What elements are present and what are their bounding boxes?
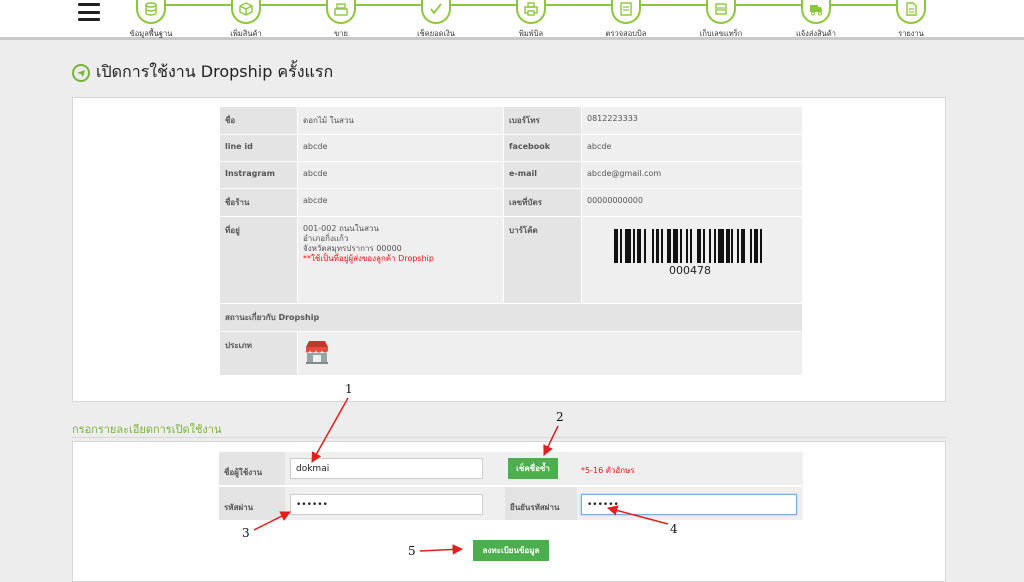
step-verify-bill[interactable]: ตรวจสอบบิล (576, 0, 676, 40)
step-sell[interactable]: ขาย (291, 0, 391, 40)
form-section-title: กรอกรายละเอียดการเปิดใช้งาน (72, 423, 222, 436)
address-note: **ใช้เป็นที่อยู่ผู้ส่งของลูกค้า Dropship (303, 254, 434, 263)
step-notify-shipping[interactable]: แจ้งส่งสินค้า (766, 0, 866, 40)
confirm-password-input[interactable] (581, 494, 797, 515)
step-label: ข้อมูลพื้นฐาน (129, 29, 173, 38)
email-label: e-mail (503, 161, 582, 189)
bill-check-icon (620, 2, 632, 16)
step-label: เพิ่มสินค้า (230, 29, 262, 38)
register-button[interactable]: ลงทะเบียนข้อมูล (473, 540, 549, 561)
table-row: สถานะเกี่ยวกับ Dropship (219, 303, 803, 332)
password-input[interactable] (290, 494, 483, 515)
annotation-number-3: 3 (242, 526, 250, 540)
username-row: ชื่อผู้ใช้งาน เช็คชื่อซ้ำ *5-16 ตัวอักษร (219, 452, 803, 485)
facebook-value: abcde (581, 134, 803, 162)
step-label: พิมพ์บิล (518, 29, 544, 38)
facebook-label: facebook (503, 134, 582, 162)
address-line: จังหวัดสมุทรปราการ 00000 (303, 244, 402, 253)
airplane-icon (72, 63, 90, 82)
cash-register-icon (334, 3, 348, 16)
instagram-label: Instragram (219, 161, 298, 189)
password-row: รหัสผ่าน ยืนยันรหัสผ่าน (219, 487, 803, 520)
member-info-table: ชื่อ ดอกไม้ ในสวน เบอร์โทร 0812223333 li… (219, 106, 803, 376)
menu-icon[interactable] (78, 3, 100, 21)
table-row: ประเภท (219, 331, 803, 376)
username-label: ชื่อผู้ใช้งาน (219, 452, 285, 485)
instagram-value: abcde (297, 161, 504, 189)
step-label: เก็บเลขแทร็ก (699, 29, 743, 38)
barcode-number: 000478 (669, 264, 711, 277)
barcode-label: บาร์โค้ด (503, 216, 582, 304)
lineid-label: line id (219, 134, 298, 162)
step-check-payment[interactable]: เช็คยอดเงิน (386, 0, 486, 40)
lineid-value: abcde (297, 134, 504, 162)
step-label: รายงาน (898, 29, 924, 38)
section-divider (72, 437, 946, 438)
address-line: อำเภอกิ่งแก้ว (303, 234, 349, 243)
step-print-bill[interactable]: พิมพ์บิล (481, 0, 581, 40)
report-icon (906, 2, 917, 16)
shop-name-label: ชื่อร้าน (219, 188, 298, 217)
page-title-bar: เปิดการใช้งาน Dropship ครั้งแรก (72, 60, 333, 85)
database-icon (145, 2, 157, 16)
shop-icon (305, 341, 328, 364)
page-title: เปิดการใช้งาน Dropship ครั้งแรก (96, 62, 334, 81)
box-icon (239, 2, 253, 16)
step-label: ขาย (334, 29, 348, 38)
printer-icon (524, 2, 538, 16)
name-value: ดอกไม้ ในสวน (297, 106, 504, 135)
id-card-label: เลขที่บัตร (503, 188, 582, 217)
step-label: ตรวจสอบบิล (605, 29, 647, 38)
step-report[interactable]: รายงาน (861, 0, 961, 40)
truck-icon (810, 5, 822, 16)
table-row: Instragram abcde e-mail abcde@gmail.com (219, 161, 803, 189)
tracking-icon (715, 3, 727, 15)
password-label: รหัสผ่าน (219, 487, 285, 520)
type-value (297, 331, 803, 376)
money-check-icon (430, 3, 442, 15)
email-value: abcde@gmail.com (581, 161, 803, 189)
top-navbar: ข้อมูลพื้นฐาน เพิ่มสินค้า ขาย เช็คยอดเงิ… (0, 0, 1024, 40)
name-label: ชื่อ (219, 106, 298, 135)
phone-value: 0812223333 (581, 106, 803, 135)
registration-form-panel: ชื่อผู้ใช้งาน เช็คชื่อซ้ำ *5-16 ตัวอักษร… (72, 441, 946, 582)
id-card-value: 00000000000 (581, 188, 803, 217)
dropship-status-heading: สถานะเกี่ยวกับ Dropship (219, 303, 803, 332)
username-hint: *5-16 ตัวอักษร (581, 466, 635, 475)
confirm-password-label: ยืนยันรหัสผ่าน (505, 487, 577, 520)
step-add-product[interactable]: เพิ่มสินค้า (196, 0, 296, 40)
annotation-number-1: 1 (345, 382, 353, 396)
type-label: ประเภท (219, 331, 298, 376)
step-label: เช็คยอดเงิน (417, 29, 455, 38)
address-line: 001-002 ถนนในสวน (303, 224, 379, 233)
table-row: ที่อยู่ 001-002 ถนนในสวน อำเภอกิ่งแก้ว จ… (219, 216, 803, 304)
annotation-number-4: 4 (670, 522, 678, 536)
barcode-image (614, 229, 766, 263)
dropship-info-panel: ชื่อ ดอกไม้ ในสวน เบอร์โทร 0812223333 li… (72, 97, 946, 402)
annotation-number-2: 2 (556, 410, 564, 424)
step-tracking[interactable]: เก็บเลขแทร็ก (671, 0, 771, 40)
step-basic-info[interactable]: ข้อมูลพื้นฐาน (101, 0, 201, 40)
table-row: ชื่อ ดอกไม้ ในสวน เบอร์โทร 0812223333 (219, 106, 803, 135)
annotation-number-5: 5 (408, 544, 416, 558)
phone-label: เบอร์โทร (503, 106, 582, 135)
step-label: แจ้งส่งสินค้า (795, 29, 837, 38)
workflow-steps: ข้อมูลพื้นฐาน เพิ่มสินค้า ขาย เช็คยอดเงิ… (100, 0, 1024, 40)
shop-name-value: abcde (297, 188, 504, 217)
table-row: ชื่อร้าน abcde เลขที่บัตร 00000000000 (219, 188, 803, 217)
address-label: ที่อยู่ (219, 216, 298, 304)
barcode-cell: 000478 (581, 216, 803, 304)
check-duplicate-button[interactable]: เช็คชื่อซ้ำ (508, 458, 558, 479)
table-row: line id abcde facebook abcde (219, 134, 803, 162)
username-input[interactable] (290, 458, 483, 479)
address-value: 001-002 ถนนในสวน อำเภอกิ่งแก้ว จังหวัดสม… (297, 216, 504, 304)
